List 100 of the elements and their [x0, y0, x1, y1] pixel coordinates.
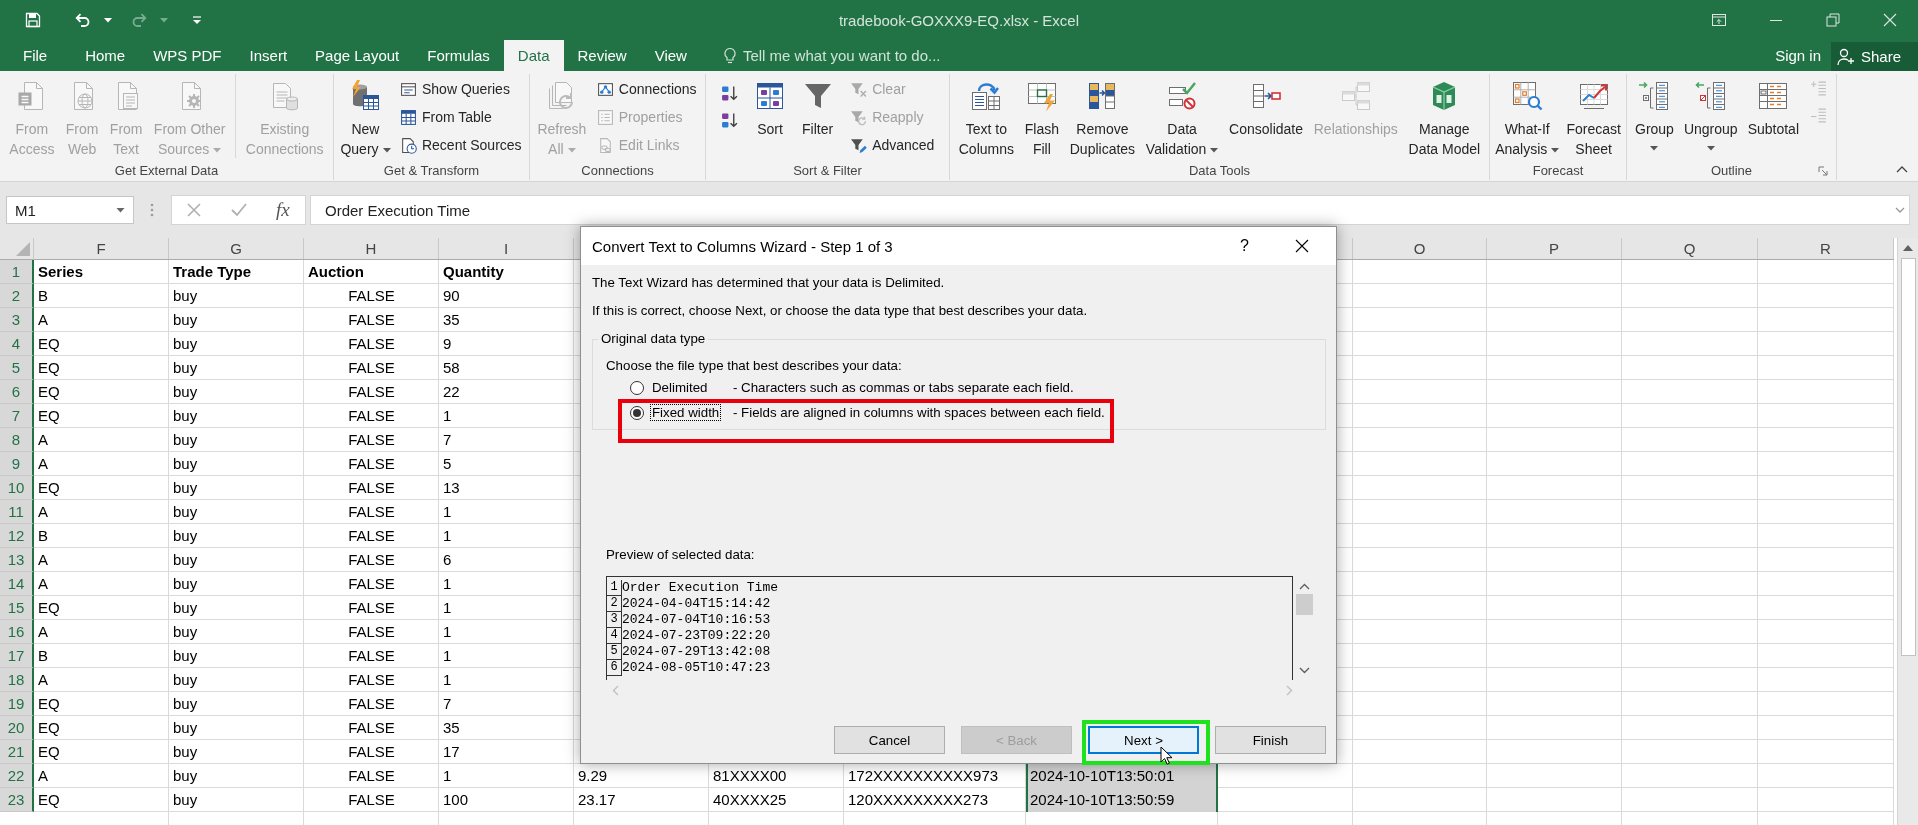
row-header[interactable]: 14 — [0, 572, 34, 596]
scrollbar-thumb[interactable] — [1295, 594, 1313, 615]
row-header[interactable]: 6 — [0, 380, 34, 404]
table-cell-text: B — [37, 526, 49, 546]
share-button[interactable]: Share — [1831, 42, 1918, 71]
ribbon-button[interactable]: Data Validation — [1143, 74, 1221, 159]
cancel-button[interactable]: Cancel — [834, 726, 945, 754]
ribbon-tab[interactable]: Insert — [235, 40, 302, 71]
row-header[interactable]: 19 — [0, 692, 34, 716]
formula-input[interactable]: Order Execution Time — [310, 195, 1910, 225]
row-header[interactable]: 18 — [0, 668, 34, 692]
checkmark-icon[interactable] — [231, 203, 247, 217]
row-header[interactable]: 11 — [0, 500, 34, 524]
column-header[interactable]: G — [169, 238, 304, 259]
row-header[interactable]: 16 — [0, 620, 34, 644]
row-header[interactable]: 9 — [0, 452, 34, 476]
ribbon-tab[interactable]: Review — [563, 40, 641, 71]
ribbon-button[interactable]: Filter — [799, 74, 836, 139]
column-header[interactable]: P — [1487, 238, 1622, 259]
ribbon-button[interactable]: From Table — [396, 103, 525, 131]
table-cell-text: FALSE — [347, 670, 396, 690]
ribbon-button[interactable]: Subtotal — [1745, 74, 1801, 139]
row-header[interactable]: 22 — [0, 764, 34, 788]
scrollbar-thumb[interactable] — [1900, 258, 1916, 656]
ribbon-button[interactable]: Consolidate — [1227, 74, 1305, 139]
ribbon-button[interactable]: Remove Duplicates — [1067, 74, 1138, 159]
up-chevron-icon[interactable] — [1298, 583, 1310, 590]
radio-label[interactable]: Fixed width — [650, 404, 722, 421]
radio-button[interactable] — [630, 405, 644, 420]
tell-me-field[interactable]: Tell me what you want to do... — [742, 47, 983, 64]
ribbon-button[interactable]: Connections — [593, 75, 700, 103]
ribbon-button[interactable]: Advanced — [847, 131, 938, 159]
table-cell-text: buy — [172, 430, 199, 450]
row-header[interactable]: 5 — [0, 356, 34, 380]
caret-icon[interactable] — [116, 207, 125, 213]
restore-icon[interactable] — [1826, 13, 1840, 27]
row-header[interactable]: 4 — [0, 332, 34, 356]
radio-label[interactable]: Delimited — [650, 379, 710, 396]
row-header[interactable]: 15 — [0, 596, 34, 620]
caret-up-icon[interactable] — [1896, 165, 1908, 173]
row-header[interactable]: 20 — [0, 716, 34, 740]
row-header[interactable]: 2 — [0, 284, 34, 308]
ribbon-tab[interactable]: View — [640, 40, 701, 71]
row-header[interactable]: 3 — [0, 308, 34, 332]
cancel-icon[interactable] — [187, 203, 201, 217]
finish-button[interactable]: Finish — [1215, 726, 1326, 754]
ribbon-button[interactable]: Forecast Sheet — [1564, 74, 1623, 159]
ribbon-button[interactable]: Ungroup — [1681, 74, 1740, 151]
ribbon-button[interactable]: Recent Sources — [396, 131, 525, 159]
save-icon[interactable] — [25, 12, 41, 28]
ribbon-button[interactable]: Sort — [752, 74, 789, 139]
row-header[interactable]: 1 — [0, 260, 34, 284]
ribbon-tab[interactable]: Data — [503, 40, 564, 71]
row-header[interactable]: 17 — [0, 644, 34, 668]
row-header[interactable]: 23 — [0, 788, 34, 812]
ribbon-button[interactable]: What-If Analysis — [1493, 74, 1562, 159]
ribbon-button[interactable]: Text to Columns — [956, 74, 1016, 159]
drag-handle-icon[interactable] — [150, 203, 154, 217]
row-header[interactable]: 13 — [0, 548, 34, 572]
row-header[interactable]: 21 — [0, 740, 34, 764]
column-header[interactable]: R — [1758, 238, 1894, 259]
up-arrow-icon[interactable] — [1903, 245, 1913, 251]
radio-button[interactable] — [630, 380, 644, 395]
sort-ascending-icon[interactable] — [720, 85, 738, 102]
column-header[interactable]: H — [304, 238, 439, 259]
undo-icon[interactable] — [74, 12, 90, 28]
row-header[interactable]: 8 — [0, 428, 34, 452]
dialog-launcher-icon[interactable] — [1818, 166, 1828, 176]
name-box[interactable]: M1 — [6, 196, 134, 224]
down-chevron-icon[interactable] — [1298, 667, 1310, 674]
sign-in-link[interactable]: Sign in — [1775, 47, 1821, 64]
ribbon-tab[interactable]: WPS PDF — [139, 40, 236, 71]
column-header[interactable]: O — [1353, 238, 1487, 259]
row-header[interactable]: 7 — [0, 404, 34, 428]
ribbon-tab[interactable]: Page Layout — [301, 40, 414, 71]
column-header[interactable]: F — [34, 238, 169, 259]
ribbon-button[interactable]: Manage Data Model — [1406, 74, 1483, 159]
ribbon-tab[interactable]: Formulas — [413, 40, 504, 71]
ribbon-button[interactable]: Show Queries — [396, 75, 525, 103]
ribbon-button[interactable]: Flash Fill — [1022, 74, 1061, 159]
row-header[interactable]: 12 — [0, 524, 34, 548]
sort-descending-icon[interactable] — [720, 112, 738, 129]
table-cell-text: 1 — [442, 670, 453, 690]
lightbulb-icon[interactable] — [722, 46, 737, 65]
help-button[interactable]: ? — [1240, 237, 1249, 255]
expand-icon[interactable] — [1895, 207, 1905, 213]
customize-icon[interactable] — [192, 15, 202, 25]
row-header[interactable]: 10 — [0, 476, 34, 500]
ribbon-tab[interactable]: Home — [71, 40, 140, 71]
insert-function-button[interactable]: fx — [276, 199, 290, 221]
caret-icon[interactable] — [104, 17, 112, 23]
close-icon[interactable] — [1295, 239, 1309, 253]
table-cell-text: A — [37, 310, 49, 330]
column-header[interactable]: Q — [1622, 238, 1758, 259]
ribbon-button[interactable]: Group — [1633, 74, 1676, 151]
vertical-scrollbar[interactable] — [1897, 238, 1918, 825]
ribbon-tab[interactable]: File — [9, 40, 62, 71]
next-button[interactable]: Next > — [1088, 726, 1199, 754]
ribbon-button[interactable]: New Query — [338, 74, 393, 159]
column-header[interactable]: I — [439, 238, 574, 259]
